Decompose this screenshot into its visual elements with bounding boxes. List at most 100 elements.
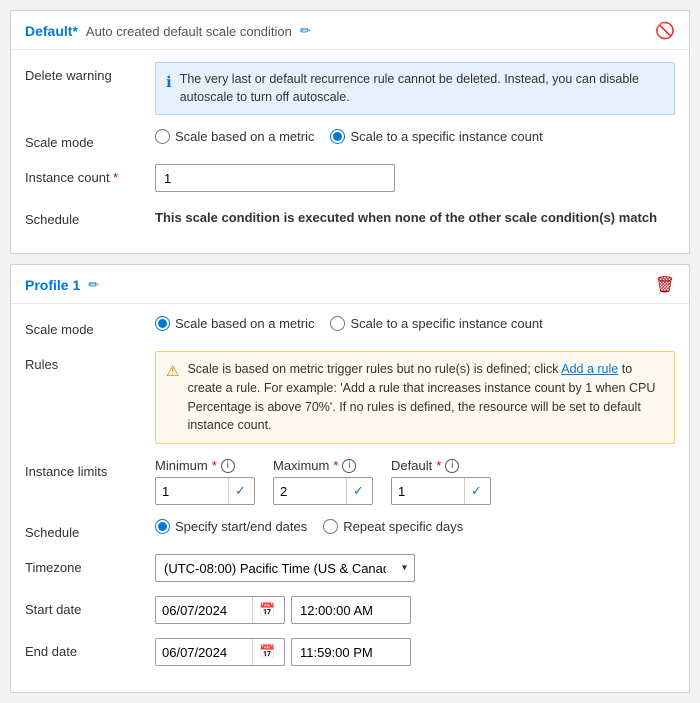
radio-specific-label-profile: Scale to a specific instance count (350, 316, 542, 331)
radio-metric-input-default[interactable] (155, 129, 170, 144)
limits-labels-row: Minimum * i Maximum * i (155, 458, 675, 473)
min-label-group: Minimum * i (155, 458, 255, 473)
start-date-content: 📅 (155, 596, 675, 624)
scale-mode-radio-group-default: Scale based on a metric Scale to a speci… (155, 129, 675, 144)
radio-start-end-label: Specify start/end dates (175, 519, 307, 534)
required-star: * (110, 170, 119, 185)
radio-repeat-label: Repeat specific days (343, 519, 463, 534)
radio-repeat-input[interactable] (323, 519, 338, 534)
delete-warning-label: Delete warning (25, 62, 145, 83)
radio-specific-label-default: Scale to a specific instance count (350, 129, 542, 144)
max-check-icon: ✓ (346, 478, 370, 504)
max-input-wrapper: ✓ (273, 477, 373, 505)
profile-edit-icon[interactable]: ✏ (88, 277, 99, 293)
end-date-group: 📅 (155, 638, 675, 666)
start-time-input[interactable] (291, 596, 411, 624)
radio-repeat[interactable]: Repeat specific days (323, 519, 463, 534)
max-label-group: Maximum * i (273, 458, 373, 473)
instance-count-label: Instance count * (25, 164, 145, 185)
info-icon: ℹ (166, 72, 172, 93)
start-date-label: Start date (25, 596, 145, 617)
start-date-input[interactable] (156, 597, 252, 623)
default-header-left: Default* Auto created default scale cond… (25, 23, 311, 39)
end-date-row: End date 📅 (25, 638, 675, 666)
limits-inputs-row: ✓ ✓ ✓ (155, 477, 675, 505)
timezone-label: Timezone (25, 554, 145, 575)
timezone-select[interactable]: (UTC-08:00) Pacific Time (US & Canada) (155, 554, 415, 582)
delete-warning-content: ℹ The very last or default recurrence ru… (155, 62, 675, 115)
end-date-content: 📅 (155, 638, 675, 666)
rules-row: Rules ⚠ Scale is based on metric trigger… (25, 351, 675, 444)
instance-limits-content: Minimum * i Maximum * i (155, 458, 675, 505)
radio-specific-input-profile[interactable] (330, 316, 345, 331)
end-date-label: End date (25, 638, 145, 659)
radio-metric-input-profile[interactable] (155, 316, 170, 331)
schedule-content-profile: Specify start/end dates Repeat specific … (155, 519, 675, 534)
default-card-body: Delete warning ℹ The very last or defaul… (11, 50, 689, 253)
profile-card-header: Profile 1 ✏ 🗑 (11, 265, 689, 304)
start-date-group: 📅 (155, 596, 675, 624)
info-box: ℹ The very last or default recurrence ru… (155, 62, 675, 115)
info-text: The very last or default recurrence rule… (180, 71, 664, 106)
schedule-label-default: Schedule (25, 206, 145, 227)
default-subtitle: Auto created default scale condition (86, 24, 292, 39)
default-label: Default * i (391, 458, 491, 473)
start-date-input-wrapper: 📅 (155, 596, 285, 624)
radio-metric-label-profile: Scale based on a metric (175, 316, 314, 331)
default-title: Default* (25, 23, 78, 39)
warning-icon: ⚠ (166, 361, 179, 384)
radio-specific-default[interactable]: Scale to a specific instance count (330, 129, 542, 144)
profile-card: Profile 1 ✏ 🗑 Scale mode Scale based on … (10, 264, 690, 693)
default-close-icon[interactable]: 🚫 (655, 21, 675, 41)
radio-metric-profile[interactable]: Scale based on a metric (155, 316, 314, 331)
radio-start-end-input[interactable] (155, 519, 170, 534)
default-card-header: Default* Auto created default scale cond… (11, 11, 689, 50)
instance-limits-label: Instance limits (25, 458, 145, 479)
min-label: Minimum * i (155, 458, 255, 473)
schedule-label-profile: Schedule (25, 519, 145, 540)
default-input[interactable] (392, 478, 464, 504)
scale-mode-row-default: Scale mode Scale based on a metric Scale… (25, 129, 675, 150)
max-info-icon[interactable]: i (342, 459, 356, 473)
min-info-icon[interactable]: i (221, 459, 235, 473)
end-time-input[interactable] (291, 638, 411, 666)
profile-delete-icon[interactable]: 🗑 (655, 275, 675, 295)
schedule-row-profile: Schedule Specify start/end dates Repeat … (25, 519, 675, 540)
scale-mode-label-profile: Scale mode (25, 316, 145, 337)
default-edit-icon[interactable]: ✏ (300, 23, 311, 39)
max-input[interactable] (274, 478, 346, 504)
schedule-text-default: This scale condition is executed when no… (155, 206, 675, 225)
schedule-content-default: This scale condition is executed when no… (155, 206, 675, 225)
scale-mode-row-profile: Scale mode Scale based on a metric Scale… (25, 316, 675, 337)
min-input[interactable] (156, 478, 228, 504)
default-info-icon[interactable]: i (445, 459, 459, 473)
calendar-icon-start[interactable]: 📅 (252, 597, 281, 623)
radio-metric-default[interactable]: Scale based on a metric (155, 129, 314, 144)
rules-warning-text: Scale is based on metric trigger rules b… (187, 360, 664, 435)
scale-mode-content-default: Scale based on a metric Scale to a speci… (155, 129, 675, 144)
radio-specific-input-default[interactable] (330, 129, 345, 144)
calendar-icon-end[interactable]: 📅 (252, 639, 281, 665)
scale-mode-radio-group-profile: Scale based on a metric Scale to a speci… (155, 316, 675, 331)
schedule-radio-group: Specify start/end dates Repeat specific … (155, 519, 675, 534)
rules-content: ⚠ Scale is based on metric trigger rules… (155, 351, 675, 444)
end-date-input-wrapper: 📅 (155, 638, 285, 666)
default-card: Default* Auto created default scale cond… (10, 10, 690, 254)
min-input-wrapper: ✓ (155, 477, 255, 505)
radio-metric-label-default: Scale based on a metric (175, 129, 314, 144)
min-check-icon: ✓ (228, 478, 252, 504)
timezone-select-wrapper: (UTC-08:00) Pacific Time (US & Canada) ▾ (155, 554, 415, 582)
default-input-wrapper: ✓ (391, 477, 491, 505)
instance-limits-row: Instance limits Minimum * i Maximum * (25, 458, 675, 505)
instance-count-content (155, 164, 675, 192)
instance-count-input[interactable] (155, 164, 395, 192)
start-date-row: Start date 📅 (25, 596, 675, 624)
radio-specific-profile[interactable]: Scale to a specific instance count (330, 316, 542, 331)
schedule-row-default: Schedule This scale condition is execute… (25, 206, 675, 227)
scale-mode-label-default: Scale mode (25, 129, 145, 150)
add-rule-link[interactable]: Add a rule (561, 362, 618, 376)
timezone-content: (UTC-08:00) Pacific Time (US & Canada) ▾ (155, 554, 675, 582)
delete-warning-row: Delete warning ℹ The very last or defaul… (25, 62, 675, 115)
radio-start-end[interactable]: Specify start/end dates (155, 519, 307, 534)
end-date-input[interactable] (156, 639, 252, 665)
